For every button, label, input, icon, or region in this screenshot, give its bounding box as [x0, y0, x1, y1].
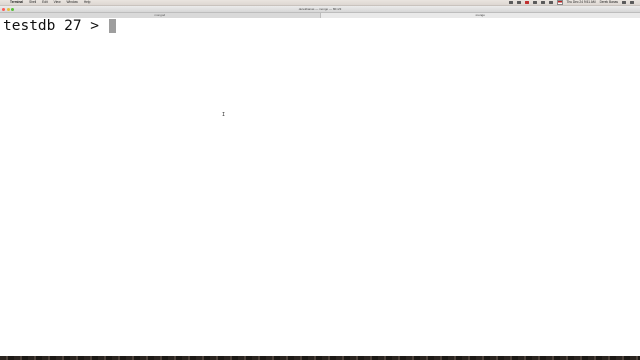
menu-item-help[interactable]: Help — [84, 0, 91, 5]
menu-bar-right: Thu Dec 24 9:51 AM Derek Banas — [508, 0, 634, 5]
status-icon[interactable] — [524, 1, 529, 4]
terminal-content[interactable]: testdb 27 > I — [0, 18, 640, 356]
window-titlebar[interactable]: derekbanas — mongo — 80×23 — [0, 6, 640, 13]
menu-clock[interactable]: Thu Dec 24 9:51 AM — [567, 0, 596, 5]
shell-prompt: testdb 27 > — [3, 18, 108, 34]
menu-item-shell[interactable]: Shell — [29, 0, 36, 5]
dropbox-icon[interactable] — [508, 1, 513, 4]
record-icon[interactable] — [516, 1, 521, 4]
dock[interactable] — [0, 356, 640, 360]
window-title: derekbanas — mongo — 80×23 — [298, 7, 342, 11]
text-cursor — [108, 19, 116, 33]
battery-icon[interactable] — [548, 1, 553, 4]
menu-item-edit[interactable]: Edit — [42, 0, 48, 5]
menu-item-window[interactable]: Window — [67, 0, 78, 5]
menu-user-name[interactable]: Derek Banas — [600, 0, 618, 5]
ibeam-cursor-icon: I — [222, 112, 226, 118]
menu-bar-left: Terminal Shell Edit View Window Help — [4, 0, 90, 5]
menu-item-view[interactable]: View — [54, 0, 61, 5]
prompt-line: testdb 27 > — [3, 18, 116, 34]
desktop-screen: Terminal Shell Edit View Window Help Thu… — [0, 0, 640, 360]
input-source-flag-icon[interactable] — [556, 0, 563, 5]
notification-center-icon[interactable] — [630, 1, 634, 4]
menu-app-name[interactable]: Terminal — [10, 0, 23, 5]
spotlight-icon[interactable] — [622, 1, 626, 4]
wifi-icon[interactable] — [532, 1, 537, 4]
volume-icon[interactable] — [540, 1, 545, 4]
